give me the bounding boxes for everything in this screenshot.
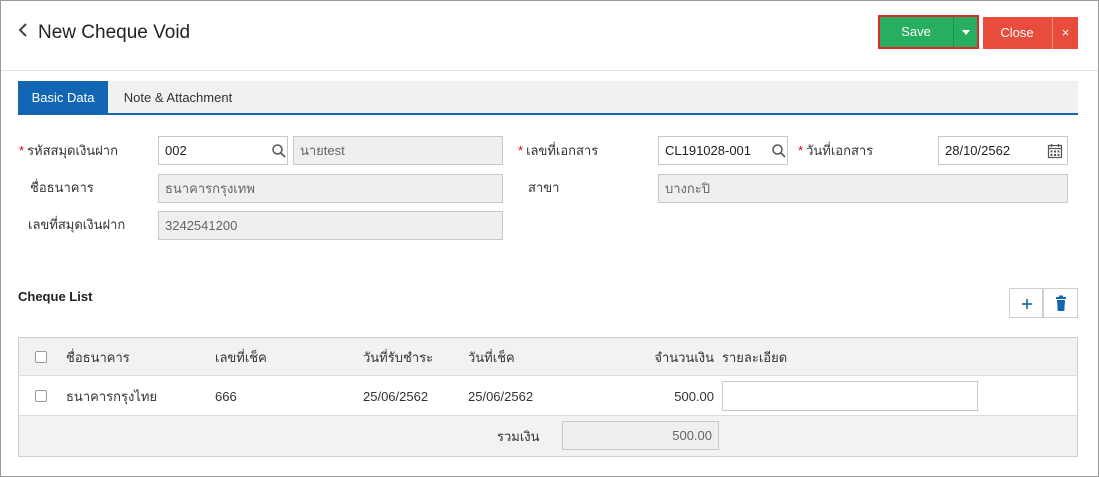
total-label: รวมเงิน [497,429,540,444]
doc-number-label: * เลขที่เอกสาร [518,143,598,159]
branch-label: สาขา [528,180,560,195]
row-amount: 500.00 [674,389,714,404]
doc-date-label-text: วันที่เอกสาร [806,143,874,158]
calendar-icon[interactable] [1047,143,1063,159]
row-cheque-no: 666 [215,389,237,404]
col-cheque-date: วันที่เช็ค [468,350,515,365]
col-bank-name: ชื่อธนาคาร [66,350,130,365]
doc-number-value: CL191028-001 [665,143,752,158]
close-icon[interactable]: × [1052,17,1078,49]
tab-note-attachment[interactable]: Note & Attachment [108,81,248,113]
tab-basic-data[interactable]: Basic Data [18,81,108,115]
account-name-field: นายtest [293,136,503,165]
account-number-field: 3242541200 [158,211,503,240]
total-amount-field: 500.00 [562,421,719,450]
save-button[interactable]: Save [880,17,952,47]
required-marker: * [19,143,25,158]
add-cheque-button[interactable] [1009,288,1043,318]
account-number-label: เลขที่สมุดเงินฝาก [28,217,126,232]
cheque-list-title: Cheque List [18,289,93,304]
account-code-label-text: รหัสสมุดเงินฝาก [27,143,118,158]
doc-number-input[interactable]: CL191028-001 [658,136,788,165]
col-detail: รายละเอียด [722,350,788,365]
row-received-date: 25/06/2562 [363,389,429,404]
save-button-group: Save [878,15,979,49]
plus-icon [1022,299,1032,309]
account-code-label: * รหัสสมุดเงินฝาก [19,143,118,159]
bank-name-field: ธนาคารกรุงเทพ [158,174,503,203]
caret-down-icon [962,30,970,35]
required-marker: * [518,143,524,158]
row-checkbox[interactable] [35,390,47,402]
doc-number-label-text: เลขที่เอกสาร [526,143,599,158]
col-received-date: วันที่รับชำระ [363,350,434,365]
trash-icon [1056,295,1066,311]
table-footer: รวมเงิน 500.00 [19,416,1077,456]
table-header: ชื่อธนาคาร เลขที่เช็ค วันที่รับชำระ วันท… [19,338,1077,376]
doc-date-label: * วันที่เอกสาร [798,143,873,159]
search-icon[interactable] [271,143,287,159]
col-amount: จำนวนเงิน [654,350,714,365]
save-options-dropdown[interactable] [953,17,977,47]
tab-bar: Basic Data Note & Attachment [18,81,1078,115]
required-marker: * [798,143,804,158]
close-button-group: Close × [983,17,1078,49]
page-title: New Cheque Void [38,22,191,43]
row-bank-name: ธนาคารกรุงไทย [66,389,158,404]
doc-date-input[interactable]: 28/10/2562 [938,136,1068,165]
header-divider [1,70,1098,71]
chevron-left-icon[interactable] [17,22,31,42]
cheque-table: ชื่อธนาคาร เลขที่เช็ค วันที่รับชำระ วันท… [18,337,1078,457]
delete-cheque-button[interactable] [1043,288,1078,318]
row-cheque-date: 25/06/2562 [468,389,534,404]
search-icon[interactable] [771,143,787,159]
col-cheque-no: เลขที่เช็ค [215,350,267,365]
bank-name-label: ชื่อธนาคาร [30,180,94,195]
doc-date-value: 28/10/2562 [945,143,1011,158]
branch-field: บางกะปิ [658,174,1068,203]
account-code-value: 002 [165,143,187,158]
table-row: ธนาคารกรุงไทย 666 25/06/2562 25/06/2562 … [19,376,1077,416]
row-detail-input[interactable] [722,381,978,411]
account-code-input[interactable]: 002 [158,136,288,165]
select-all-checkbox[interactable] [35,351,47,363]
close-button[interactable]: Close [983,17,1051,49]
